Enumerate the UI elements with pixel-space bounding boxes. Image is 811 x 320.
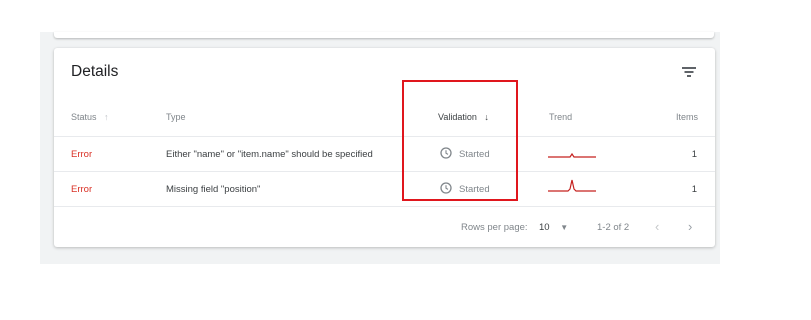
arrow-up-icon: ↑ [104, 112, 109, 122]
details-title: Details [71, 63, 119, 80]
chevron-left-icon[interactable]: ‹ [655, 219, 659, 234]
row-divider [54, 171, 715, 172]
trend-sparkline [548, 152, 596, 158]
previous-card-edge [54, 32, 714, 38]
status-cell: Error [71, 149, 93, 160]
status-header-label: Status [71, 112, 97, 122]
status-cell: Error [71, 184, 93, 195]
rows-per-page-label: Rows per page: [461, 222, 528, 233]
column-header-items[interactable]: Items [676, 112, 698, 122]
details-card: Details Status ↑ Type Validation ↓ Trend… [54, 48, 715, 247]
footer-divider [54, 206, 715, 207]
items-cell: 1 [691, 149, 697, 160]
caret-down-icon: ▼ [560, 223, 569, 232]
pagination-range: 1-2 of 2 [597, 222, 630, 233]
type-cell: Either "name" or "item.name" should be s… [166, 149, 373, 160]
type-cell: Missing field "position" [166, 184, 261, 195]
rows-per-page-value: 10 [539, 222, 550, 233]
filter-icon[interactable] [681, 66, 697, 78]
column-header-type[interactable]: Type [166, 112, 186, 122]
trend-sparkline [548, 179, 596, 192]
chevron-right-icon[interactable]: › [688, 219, 692, 234]
column-header-trend[interactable]: Trend [549, 112, 572, 122]
header-divider [54, 136, 715, 137]
items-cell: 1 [691, 184, 697, 195]
column-header-status[interactable]: Status ↑ [71, 112, 109, 122]
validation-highlight-box [402, 80, 518, 201]
rows-per-page-select[interactable]: 10 ▼ [539, 222, 568, 233]
